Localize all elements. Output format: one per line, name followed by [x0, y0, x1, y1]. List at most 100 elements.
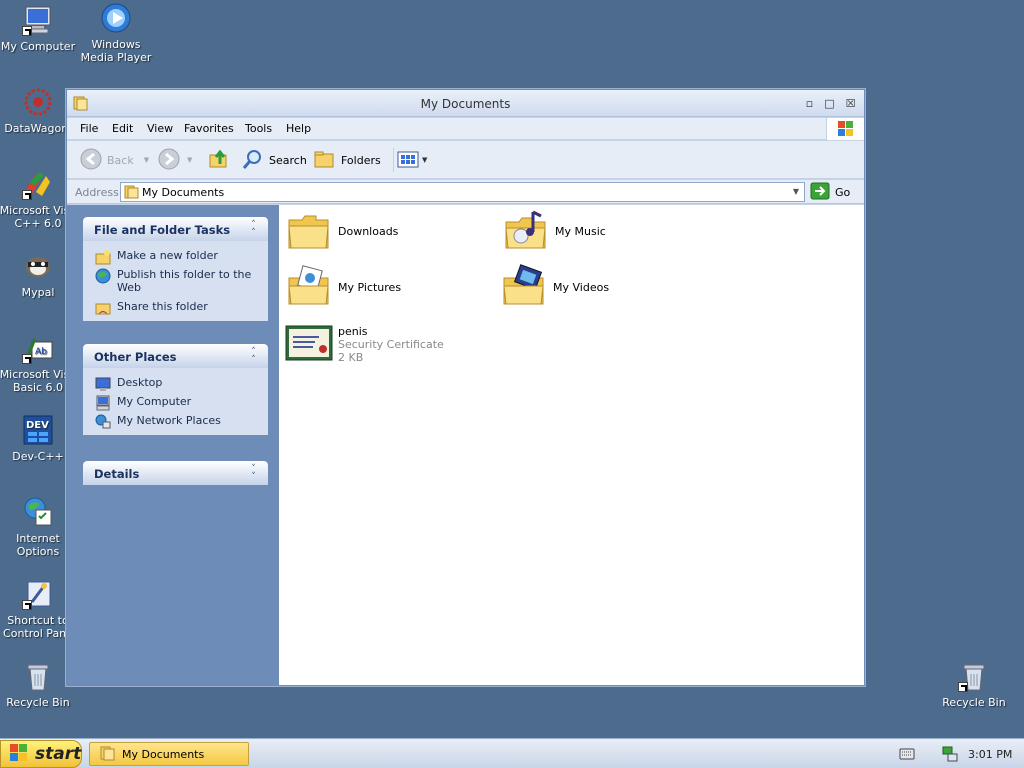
file-type: Security Certificate — [338, 338, 444, 351]
minimize-button[interactable]: ▫ — [803, 97, 816, 110]
system-tray: 3:01 PM — [885, 739, 1024, 768]
maximize-button[interactable]: □ — [823, 97, 836, 110]
file-size: 2 KB — [338, 351, 364, 364]
task-share-folder[interactable]: Share this folder — [83, 300, 268, 316]
desktop-icon-label: Microsoft Visu C++ 6.0 — [0, 204, 77, 230]
forward-button[interactable]: ▼ — [157, 148, 192, 172]
up-folder-icon — [207, 147, 231, 174]
toolbar: Back ▼ ▼ Search Folders ▼ — [67, 141, 864, 179]
file-name: penis — [338, 325, 368, 338]
menu-file[interactable]: File — [80, 122, 98, 135]
task-publish-folder-web[interactable]: Publish this folder to the Web — [83, 268, 268, 294]
menu-edit[interactable]: Edit — [112, 122, 133, 135]
forward-arrow-icon — [157, 147, 181, 174]
folder-icon — [286, 208, 332, 254]
window-title: My Documents — [420, 97, 511, 111]
views-icon — [396, 147, 420, 174]
expand-icon[interactable]: ˅ ˅ — [247, 465, 260, 482]
up-folder-button[interactable] — [207, 148, 231, 172]
internet-options-icon — [22, 496, 54, 528]
address-value: My Documents — [142, 186, 225, 199]
file-folder-tasks-header[interactable]: File and Folder Tasks ˄ ˄ — [83, 217, 268, 241]
back-button[interactable]: Back ▼ — [79, 148, 149, 172]
media-player-icon — [100, 2, 132, 34]
menu-tools[interactable]: Tools — [245, 122, 272, 135]
desktop-icon-recycle-bin-shortcut[interactable]: Recycle Bin — [934, 660, 1014, 709]
details-panel: Details ˅ ˅ — [83, 461, 268, 485]
file-penis-certificate[interactable]: penis Security Certificate 2 KB — [285, 325, 485, 365]
keyboard-icon[interactable] — [899, 747, 915, 764]
menu-bar: File Edit View Favorites Tools Help — [67, 118, 864, 140]
back-arrow-icon — [79, 147, 103, 174]
views-button[interactable]: ▼ — [393, 148, 427, 172]
start-button[interactable]: start — [0, 740, 82, 768]
desktop-icon-label: Recycle Bin — [942, 696, 1006, 709]
svg-text:Ab: Ab — [35, 347, 47, 357]
computer-icon — [95, 395, 111, 411]
other-places-header[interactable]: Other Places ˄ ˄ — [83, 344, 268, 368]
certificate-icon — [285, 325, 333, 361]
recycle-bin-icon — [958, 660, 990, 692]
search-button[interactable]: Search — [241, 148, 307, 172]
taskbar: start My Documents 3:01 PM — [0, 738, 1024, 768]
music-folder-icon — [503, 208, 549, 254]
title-bar[interactable]: My Documents ▫ □ ☒ — [67, 90, 864, 117]
chevron-down-icon[interactable]: ▼ — [790, 186, 802, 198]
other-places-panel: Other Places ˄ ˄ Desktop My Computer My N… — [83, 344, 268, 435]
go-button[interactable]: Go — [810, 182, 850, 202]
videos-folder-icon — [501, 264, 547, 310]
desktop-icon-label: Recycle Bin — [6, 696, 70, 709]
menu-favorites[interactable]: Favorites — [184, 122, 234, 135]
taskbar-my-documents[interactable]: My Documents — [89, 742, 249, 766]
network-icon[interactable] — [941, 745, 959, 766]
details-header[interactable]: Details ˅ ˅ — [83, 461, 268, 485]
menu-view[interactable]: View — [147, 122, 173, 135]
place-my-computer[interactable]: My Computer — [83, 395, 268, 411]
computer-icon — [22, 4, 54, 36]
mypal-icon — [22, 250, 54, 282]
folders-icon — [313, 147, 337, 174]
folder-downloads[interactable]: Downloads — [286, 208, 398, 254]
pictures-folder-icon — [286, 264, 332, 310]
visual-basic-icon: Ab — [22, 332, 54, 364]
folder-my-videos[interactable]: My Videos — [501, 264, 609, 310]
recycle-bin-icon — [22, 660, 54, 692]
file-folder-tasks-panel: File and Folder Tasks ˄ ˄ Make a new fold… — [83, 217, 268, 321]
place-my-network-places[interactable]: My Network Places — [83, 414, 268, 429]
menu-help[interactable]: Help — [286, 122, 311, 135]
my-documents-window[interactable]: My Documents ▫ □ ☒ File Edit View Favori… — [66, 89, 865, 686]
clock: 3:01 PM — [968, 748, 1013, 761]
collapse-icon[interactable]: ˄ ˄ — [247, 221, 260, 238]
desktop-icon-label: Windows Media Player — [80, 38, 152, 64]
desktop-icon-my-computer[interactable]: My Computer — [0, 4, 78, 53]
devcpp-icon: DEV — [22, 414, 54, 446]
folder-my-pictures[interactable]: My Pictures — [286, 264, 401, 310]
desktop-icon-windows-media-player[interactable]: Windows Media Player — [76, 2, 156, 64]
search-icon — [241, 147, 265, 174]
desktop-icon-label: Microsoft Visu Basic 6.0 — [0, 368, 77, 394]
share-folder-icon — [95, 300, 111, 316]
control-panel-icon — [22, 578, 54, 610]
desktop-icon-label: My Computer — [0, 40, 76, 53]
svg-text:DEV: DEV — [26, 420, 49, 431]
chevron-down-icon: ▼ — [187, 156, 193, 164]
visual-cpp-icon — [22, 168, 54, 200]
desktop-icon-label: Mypal — [21, 286, 55, 299]
address-input[interactable]: My Documents ▼ — [120, 182, 805, 202]
windows-logo-icon — [9, 743, 29, 766]
desktop-icon-label: Internet Options — [16, 532, 60, 558]
new-folder-icon — [95, 249, 111, 265]
address-label: Address — [75, 186, 119, 199]
collapse-icon[interactable]: ˄ ˄ — [247, 348, 260, 365]
task-pane: File and Folder Tasks ˄ ˄ Make a new fold… — [67, 205, 279, 685]
desktop-icon — [95, 376, 111, 392]
close-button[interactable]: ☒ — [844, 97, 857, 110]
globe-icon — [95, 268, 111, 284]
datawagon-icon — [22, 86, 54, 118]
place-desktop[interactable]: Desktop — [83, 376, 268, 392]
folders-button[interactable]: Folders — [313, 148, 381, 172]
go-arrow-icon — [810, 182, 830, 203]
task-make-new-folder[interactable]: Make a new folder — [83, 249, 268, 265]
folder-my-music[interactable]: My Music — [503, 208, 606, 254]
folder-icon — [124, 185, 140, 199]
